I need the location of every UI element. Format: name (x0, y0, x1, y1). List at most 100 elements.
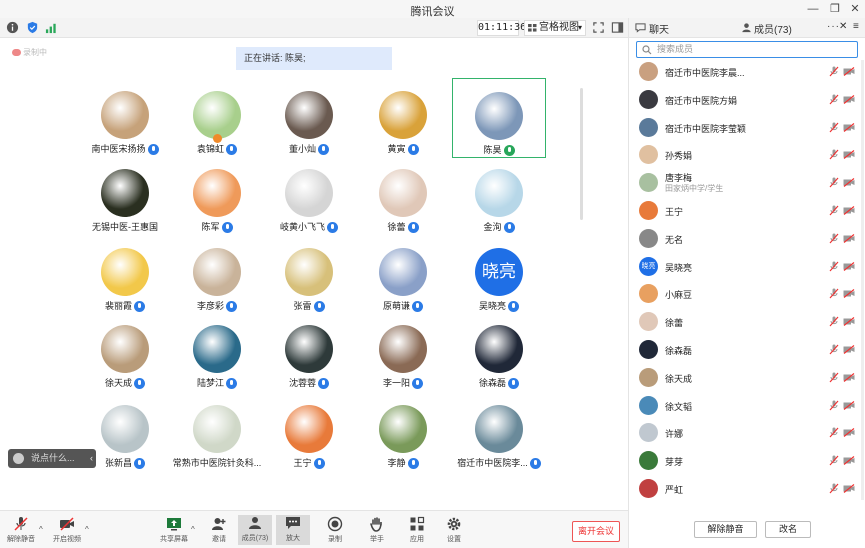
member-row[interactable]: 宿迁市中医院李莹颖 (629, 114, 865, 142)
participant-tile[interactable]: 徐森磊 (454, 325, 544, 399)
chevron-left-icon[interactable]: ‹ (90, 449, 93, 468)
enlarge-button[interactable]: 放大 (276, 515, 310, 545)
member-row[interactable]: 严虹 (629, 475, 865, 503)
chevron-up-icon[interactable]: ^ (85, 525, 89, 534)
mic-muted-icon[interactable] (829, 177, 839, 188)
participant-tile[interactable]: 金洵 (454, 169, 544, 243)
member-row[interactable]: 宿迁市中医院李晨... (629, 58, 865, 86)
member-search-input[interactable]: 搜索成员 (636, 41, 858, 58)
layout-icon[interactable] (611, 21, 624, 34)
member-row[interactable]: 许娜 (629, 419, 865, 447)
participant-tile[interactable]: 陈昊 (452, 78, 546, 158)
camera-off-icon[interactable] (843, 261, 855, 271)
mic-muted-icon[interactable] (829, 400, 839, 411)
mic-muted-icon[interactable] (829, 233, 839, 244)
member-row[interactable]: 宿迁市中医院方娟 (629, 86, 865, 114)
camera-off-icon[interactable] (843, 94, 855, 104)
signal-icon[interactable] (45, 21, 58, 34)
member-row[interactable]: 唐李梅 田家炳中学/学生 (629, 169, 865, 197)
chat-input[interactable]: 说点什么... ‹ (8, 449, 96, 468)
close-icon[interactable]: ✕ (848, 2, 862, 16)
member-avatar (639, 451, 658, 471)
chevron-up-icon[interactable]: ^ (191, 525, 195, 534)
members-icon (249, 517, 261, 529)
camera-off-icon[interactable] (843, 317, 855, 327)
camera-off-icon[interactable] (843, 289, 855, 299)
restore-icon[interactable]: ❐ (828, 2, 842, 16)
mic-muted-icon[interactable] (829, 149, 839, 160)
mic-muted-icon[interactable] (829, 205, 839, 216)
share-screen-button[interactable]: 共享屏幕 (157, 516, 191, 544)
mic-muted-icon[interactable] (829, 122, 839, 133)
participant-tile[interactable]: 宿迁市中医院李... (454, 405, 544, 479)
mic-icon (313, 458, 325, 470)
chevron-down-icon: ▾ (577, 23, 582, 32)
member-name: 宿迁市中医院方娟 (665, 95, 738, 106)
camera-off-icon[interactable] (843, 456, 855, 466)
camera-off-icon[interactable] (843, 372, 855, 382)
grid-scrollbar[interactable] (580, 88, 583, 220)
mic-muted-icon[interactable] (829, 427, 839, 438)
member-row[interactable]: 徐文韬 (629, 392, 865, 420)
shield-icon[interactable] (26, 21, 39, 34)
start-video-button[interactable]: 开启视频 (50, 516, 84, 544)
camera-off-icon[interactable] (843, 67, 855, 76)
member-row[interactable]: 无名 (629, 225, 865, 253)
member-row[interactable]: 芽芽 (629, 447, 865, 475)
camera-off-icon[interactable] (843, 233, 855, 243)
camera-off-icon[interactable] (843, 206, 855, 215)
camera-off-icon[interactable] (843, 400, 855, 410)
fullscreen-icon[interactable] (592, 21, 605, 34)
camera-off-icon[interactable] (843, 150, 855, 160)
mic-muted-icon[interactable] (829, 316, 839, 327)
member-name: 孙秀娟 (665, 151, 693, 162)
member-row[interactable]: 王宁 (629, 197, 865, 225)
camera-off-icon[interactable] (843, 428, 855, 438)
member-row[interactable]: 徐森磊 (629, 336, 865, 364)
camera-off-icon[interactable] (843, 345, 855, 354)
emoji-icon[interactable] (13, 453, 24, 464)
minimize-icon[interactable]: — (806, 2, 820, 16)
member-row[interactable]: 小麻豆 (629, 280, 865, 308)
mic-muted-icon[interactable] (829, 94, 839, 105)
mic-muted-icon[interactable] (829, 66, 839, 77)
close-panel-icon[interactable]: ✕ (839, 21, 847, 32)
invite-button[interactable]: 邀请 (202, 516, 236, 544)
apps-button[interactable]: 应用 (400, 516, 434, 544)
participant-avatar (193, 91, 241, 139)
mic-muted-icon[interactable] (829, 455, 839, 466)
mic-muted-icon[interactable] (829, 288, 839, 299)
record-button[interactable]: 录制 (318, 516, 352, 544)
info-icon[interactable] (6, 21, 19, 34)
member-name: 宿迁市中医院李晨... (665, 68, 745, 78)
member-name: 芽芽 (665, 457, 684, 468)
enlarge-label: 放大 (286, 535, 300, 542)
mic-muted-icon[interactable] (829, 483, 839, 494)
rename-button[interactable]: 改名 (765, 521, 811, 538)
member-row[interactable]: 徐蕾 (629, 308, 865, 336)
unmute-all-button[interactable]: 解除静音 (694, 521, 757, 538)
members-button[interactable]: 成员(73) (238, 515, 272, 545)
camera-off-icon[interactable] (843, 484, 855, 493)
tab-chat[interactable]: 聊天 (649, 21, 669, 36)
chevron-up-icon[interactable]: ^ (39, 525, 43, 534)
members-scrollbar[interactable] (861, 60, 864, 500)
menu-icon[interactable]: ≡ (853, 21, 859, 32)
camera-off-icon[interactable] (843, 122, 855, 132)
settings-button[interactable]: 设置 (437, 516, 471, 544)
member-avatar (639, 89, 658, 109)
raise-hand-button[interactable]: 举手 (360, 516, 394, 544)
tab-members[interactable]: 成员(73) (754, 21, 792, 36)
member-row[interactable]: 徐天成 (629, 364, 865, 392)
leave-meeting-button[interactable]: 离开会议 (572, 521, 620, 542)
member-avatar (639, 284, 658, 304)
mic-muted-icon[interactable] (829, 261, 839, 272)
mic-muted-icon[interactable] (829, 372, 839, 383)
grid-view-select[interactable]: 宫格视图 ▾ (524, 20, 586, 36)
camera-off-icon[interactable] (843, 178, 855, 188)
unmute-button[interactable]: 解除静音 (4, 516, 38, 544)
mic-muted-icon[interactable] (829, 344, 839, 355)
member-row[interactable]: 晓亮 吴晓亮 (629, 253, 865, 281)
participant-tile[interactable]: 晓亮 吴晓亮 (454, 248, 544, 322)
member-row[interactable]: 孙秀娟 (629, 141, 865, 169)
